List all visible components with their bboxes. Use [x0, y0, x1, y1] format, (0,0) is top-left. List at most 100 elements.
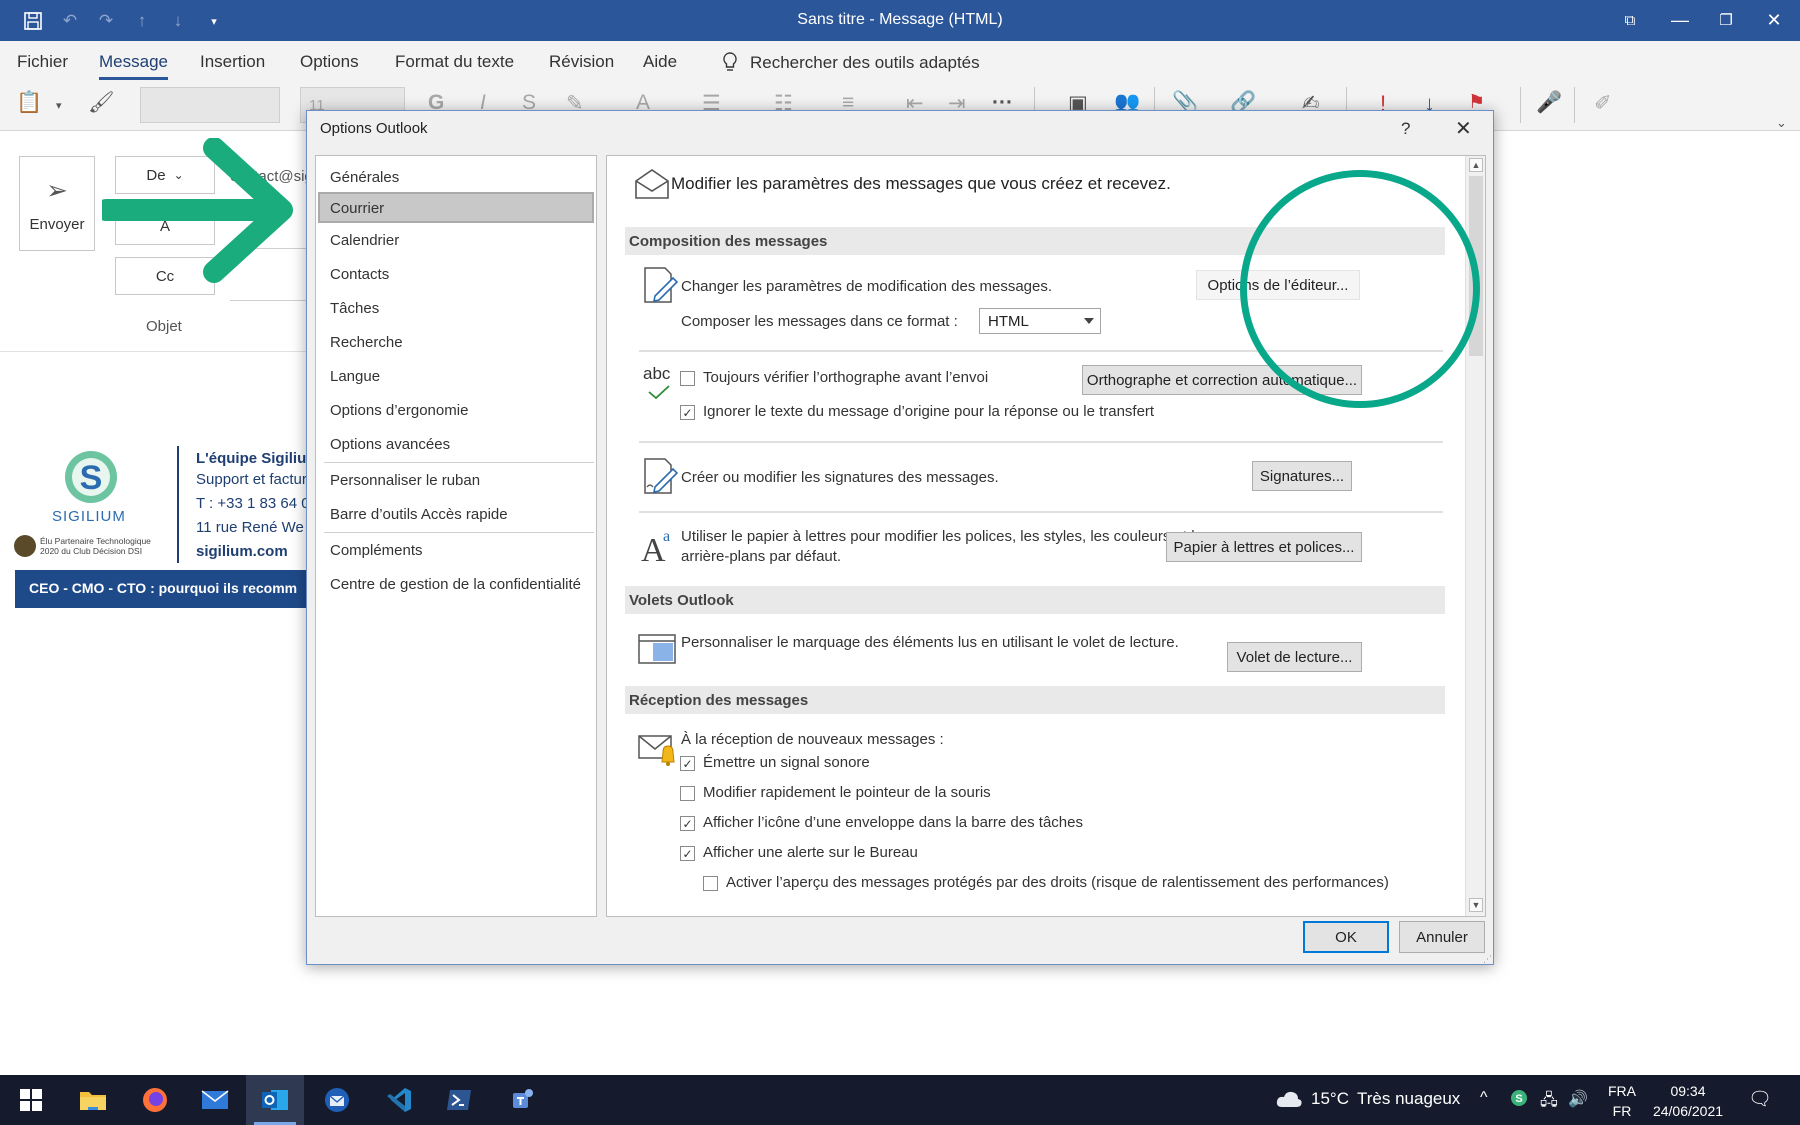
- collapse-ribbon-icon[interactable]: ⌄: [1776, 115, 1787, 131]
- menu-aide[interactable]: Aide: [643, 52, 677, 72]
- ribbon-display-icon[interactable]: ⧉: [1616, 8, 1644, 32]
- teams-icon[interactable]: [494, 1075, 552, 1125]
- menu-message[interactable]: Message: [99, 52, 168, 80]
- signature-banner[interactable]: CEO - CMO - CTO : pourquoi ils recomm: [15, 570, 310, 608]
- volume-icon[interactable]: 🔊: [1568, 1089, 1588, 1109]
- spell-check-checkbox[interactable]: [680, 371, 695, 386]
- signature-address: 11 rue René We: [196, 519, 304, 536]
- font-name-box[interactable]: [140, 87, 280, 123]
- protected-preview-checkbox[interactable]: [703, 876, 718, 891]
- pointer-checkbox[interactable]: [680, 786, 695, 801]
- sensitivity-icon[interactable]: ✐: [1594, 91, 1612, 116]
- ignore-original-label: Ignorer le texte du message d’origine po…: [703, 403, 1155, 420]
- thunderbird-icon[interactable]: [308, 1075, 366, 1125]
- nav-generales[interactable]: Générales: [318, 161, 594, 192]
- new-mail-alert-icon: [638, 735, 675, 766]
- tray-chevron-up-icon[interactable]: ^: [1480, 1089, 1488, 1107]
- menu-insertion[interactable]: Insertion: [200, 52, 265, 72]
- nav-personnaliser-ruban[interactable]: Personnaliser le ruban: [318, 464, 594, 495]
- menu-fichier[interactable]: Fichier: [17, 52, 68, 72]
- powershell-icon[interactable]: [430, 1075, 488, 1125]
- input-language[interactable]: FRA FR: [1608, 1081, 1636, 1121]
- nav-options-avancees[interactable]: Options avancées: [318, 428, 594, 459]
- svg-text:S: S: [80, 459, 103, 497]
- file-explorer-icon[interactable]: [64, 1075, 122, 1125]
- ok-button[interactable]: OK: [1303, 921, 1389, 953]
- nav-complements[interactable]: Compléments: [318, 534, 594, 565]
- cc-field-line: [230, 300, 310, 301]
- lightbulb-icon: [723, 52, 737, 71]
- window-title: Sans titre - Message (HTML): [797, 11, 1003, 28]
- menu-bar: Fichier Message Insertion Options Format…: [0, 41, 1800, 81]
- svg-text:a: a: [663, 528, 670, 545]
- search-tools[interactable]: Rechercher des outils adaptés: [722, 52, 980, 74]
- restore-icon[interactable]: ❐: [1712, 8, 1740, 32]
- help-icon[interactable]: ?: [1401, 119, 1410, 139]
- network-icon[interactable]: 🖧: [1540, 1089, 1558, 1116]
- signature-edit-icon: [644, 458, 679, 494]
- windows-start-icon[interactable]: [2, 1075, 60, 1125]
- weather-desc: Très nuageux: [1356, 1089, 1461, 1108]
- desktop-alert-checkbox[interactable]: ✓: [680, 846, 695, 861]
- row-separator: [639, 511, 1443, 513]
- paste-dropdown-icon[interactable]: ▾: [56, 99, 62, 112]
- minimize-icon[interactable]: —: [1666, 8, 1694, 32]
- send-icon: ➢: [46, 174, 68, 205]
- nav-separator: [324, 532, 594, 533]
- signature-website[interactable]: sigilium.com: [196, 543, 288, 560]
- vscode-icon[interactable]: [370, 1075, 428, 1125]
- dialog-close-icon[interactable]: ✕: [1455, 116, 1472, 141]
- resize-grip-icon[interactable]: ⋰: [1483, 954, 1492, 965]
- window-close-icon[interactable]: ✕: [1760, 8, 1788, 32]
- envelope-open-icon: [635, 169, 669, 199]
- signature-phone: T : +33 1 83 64 0: [196, 495, 310, 512]
- nav-barre-acces-rapide[interactable]: Barre d’outils Accès rapide: [318, 498, 594, 529]
- nav-courrier[interactable]: Courrier: [318, 192, 594, 223]
- nav-ergonomie[interactable]: Options d’ergonomie: [318, 394, 594, 425]
- menu-revision[interactable]: Révision: [549, 52, 614, 72]
- weather-temp: 15°C: [1311, 1089, 1349, 1108]
- format-select[interactable]: HTML: [979, 308, 1101, 334]
- reading-pane-text: Personnaliser le marquage des éléments l…: [681, 634, 1179, 651]
- signature-role: Support et factur: [196, 471, 307, 488]
- lang-line-1: FRA: [1608, 1083, 1636, 1099]
- search-tools-label: Rechercher des outils adaptés: [750, 53, 980, 72]
- section-volets: Volets Outlook: [625, 586, 1445, 614]
- scroll-down-icon[interactable]: ▼: [1469, 898, 1483, 912]
- notification-icon[interactable]: 🗨: [1748, 1087, 1772, 1111]
- firefox-icon[interactable]: [126, 1075, 184, 1125]
- sound-checkbox[interactable]: ✓: [680, 756, 695, 771]
- format-painter-icon[interactable]: 🖌: [88, 91, 115, 115]
- annotation-arrow: [102, 138, 293, 283]
- mail-icon[interactable]: [186, 1075, 244, 1125]
- tray-sigilium-icon[interactable]: S: [1510, 1089, 1528, 1112]
- nav-langue[interactable]: Langue: [318, 360, 594, 391]
- edit-document-icon: [644, 267, 679, 303]
- edit-settings-text: Changer les paramètres de modification d…: [681, 278, 1053, 295]
- signatures-button[interactable]: Signatures...: [1252, 461, 1352, 491]
- nav-calendrier[interactable]: Calendrier: [318, 224, 594, 255]
- taskbar-envelope-checkbox[interactable]: ✓: [680, 816, 695, 831]
- reading-pane-button[interactable]: Volet de lecture...: [1227, 642, 1362, 672]
- menu-format-du-texte[interactable]: Format du texte: [395, 52, 514, 72]
- paste-icon[interactable]: 📋: [16, 91, 42, 115]
- send-button[interactable]: ➢ Envoyer: [19, 156, 95, 251]
- outlook-icon[interactable]: [246, 1075, 304, 1125]
- stationery-button[interactable]: Papier à lettres et polices...: [1166, 532, 1362, 562]
- cancel-button[interactable]: Annuler: [1399, 921, 1485, 953]
- format-value: HTML: [988, 313, 1029, 330]
- ignore-original-checkbox[interactable]: ✓: [680, 405, 695, 420]
- dialog-title: Options Outlook: [320, 120, 428, 137]
- annotation-circle: [1240, 170, 1480, 408]
- weather-widget[interactable]: 15°C Très nuageux: [1275, 1089, 1460, 1109]
- nav-contacts[interactable]: Contacts: [318, 258, 594, 289]
- clock[interactable]: 09:34 24/06/2021: [1648, 1081, 1728, 1121]
- dictate-icon[interactable]: 🎤: [1536, 91, 1562, 115]
- nav-centre-confidentialite[interactable]: Centre de gestion de la confidentialité: [318, 568, 594, 599]
- subject-label: Objet: [146, 318, 182, 335]
- nav-recherche[interactable]: Recherche: [318, 326, 594, 357]
- clock-time: 09:34: [1670, 1083, 1706, 1099]
- nav-taches[interactable]: Tâches: [318, 292, 594, 323]
- menu-options[interactable]: Options: [300, 52, 359, 72]
- scroll-up-icon[interactable]: ▲: [1469, 158, 1483, 172]
